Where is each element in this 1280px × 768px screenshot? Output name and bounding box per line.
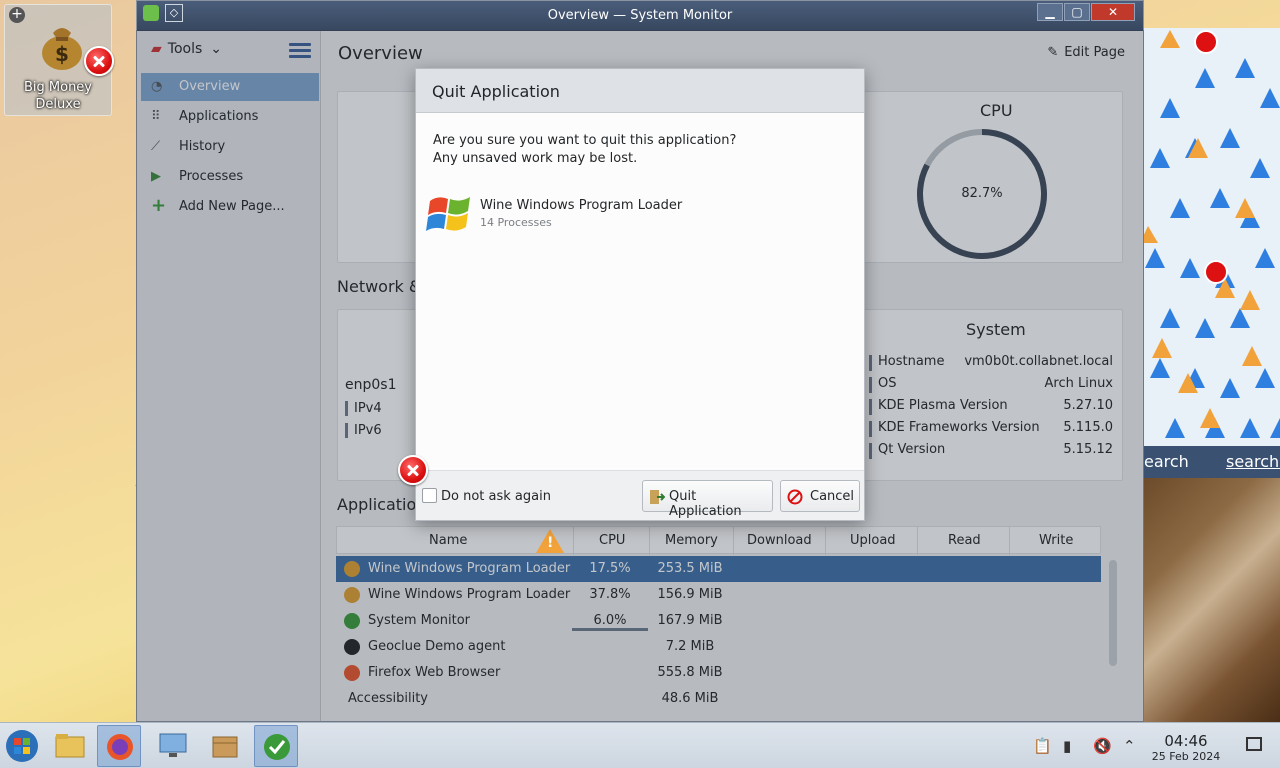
start-menu-button[interactable]	[0, 725, 44, 767]
add-icon[interactable]: +	[9, 7, 25, 23]
error-icon	[84, 46, 114, 76]
monitor-icon	[159, 733, 187, 757]
folder-icon	[55, 734, 85, 758]
minimize-button[interactable]: ▁	[1037, 3, 1063, 21]
clipboard-icon[interactable]: 📋	[1033, 737, 1052, 755]
search-text: earch	[1144, 452, 1189, 471]
quit-application-button[interactable]: Quit Application	[642, 480, 773, 519]
taskbar: 📋 ▮ 🔇 ⌃ 04:46 25 Feb 2024	[0, 722, 1280, 768]
dialog-app-processes: 14 Processes	[480, 216, 552, 229]
volume-muted-icon[interactable]: 🔇	[1093, 737, 1112, 755]
clock[interactable]: 04:46 25 Feb 2024	[1146, 733, 1226, 765]
file-manager-button[interactable]	[48, 725, 92, 767]
dialog-titlebar: Quit Application	[416, 69, 864, 113]
window-titlebar[interactable]: ◇ Overview — System Monitor ▁ ▢ ✕	[137, 1, 1143, 31]
do-not-ask-checkbox[interactable]	[422, 488, 437, 503]
show-desktop-icon[interactable]	[1246, 737, 1262, 751]
cancel-button[interactable]: Cancel	[780, 480, 860, 512]
window-title: Overview — System Monitor	[547, 8, 733, 23]
search-link[interactable]: search.	[1226, 452, 1280, 471]
battery-icon[interactable]: ▮	[1063, 737, 1071, 755]
remote-desktop-button[interactable]	[151, 725, 195, 767]
dialog-message: Are you sure you want to quit this appli…	[433, 133, 737, 166]
error-icon	[398, 455, 428, 485]
windows-start-icon	[6, 730, 38, 762]
do-not-ask-label[interactable]: Do not ask again	[441, 489, 551, 504]
close-button[interactable]: ✕	[1091, 3, 1135, 21]
cancel-icon	[787, 489, 803, 505]
system-monitor-taskbar-button[interactable]	[254, 725, 298, 767]
windows-logo-icon	[426, 197, 470, 231]
chevron-up-icon[interactable]: ⌃	[1123, 737, 1136, 755]
dialog-title: Quit Application	[432, 82, 560, 101]
svg-text:$: $	[55, 42, 69, 66]
clock-date: 25 Feb 2024	[1151, 750, 1221, 763]
package-manager-button[interactable]	[203, 725, 247, 767]
system-monitor-icon	[264, 734, 290, 760]
desktop-icon-label: Big Money Deluxe	[23, 80, 92, 112]
dialog-footer: Do not ask again Quit Application Cancel	[416, 470, 864, 520]
firefox-icon	[107, 734, 133, 760]
dialog-app-name: Wine Windows Program Loader	[480, 198, 683, 213]
clock-time: 04:46	[1164, 732, 1208, 750]
warning-icon: !	[536, 529, 564, 553]
quit-application-dialog: Quit Application Are you sure you want t…	[415, 68, 865, 521]
package-icon	[212, 736, 238, 758]
background-window-alerts	[1140, 28, 1280, 446]
firefox-taskbar-button[interactable]	[97, 725, 141, 767]
background-search-bar: earch search.	[1140, 446, 1280, 478]
exit-icon	[650, 490, 665, 504]
money-bag-icon: $	[42, 28, 82, 70]
maximize-button[interactable]: ▢	[1064, 3, 1090, 21]
warning-icons-cluster	[1140, 30, 1280, 438]
background-wallpaper-fragment	[1140, 478, 1280, 722]
